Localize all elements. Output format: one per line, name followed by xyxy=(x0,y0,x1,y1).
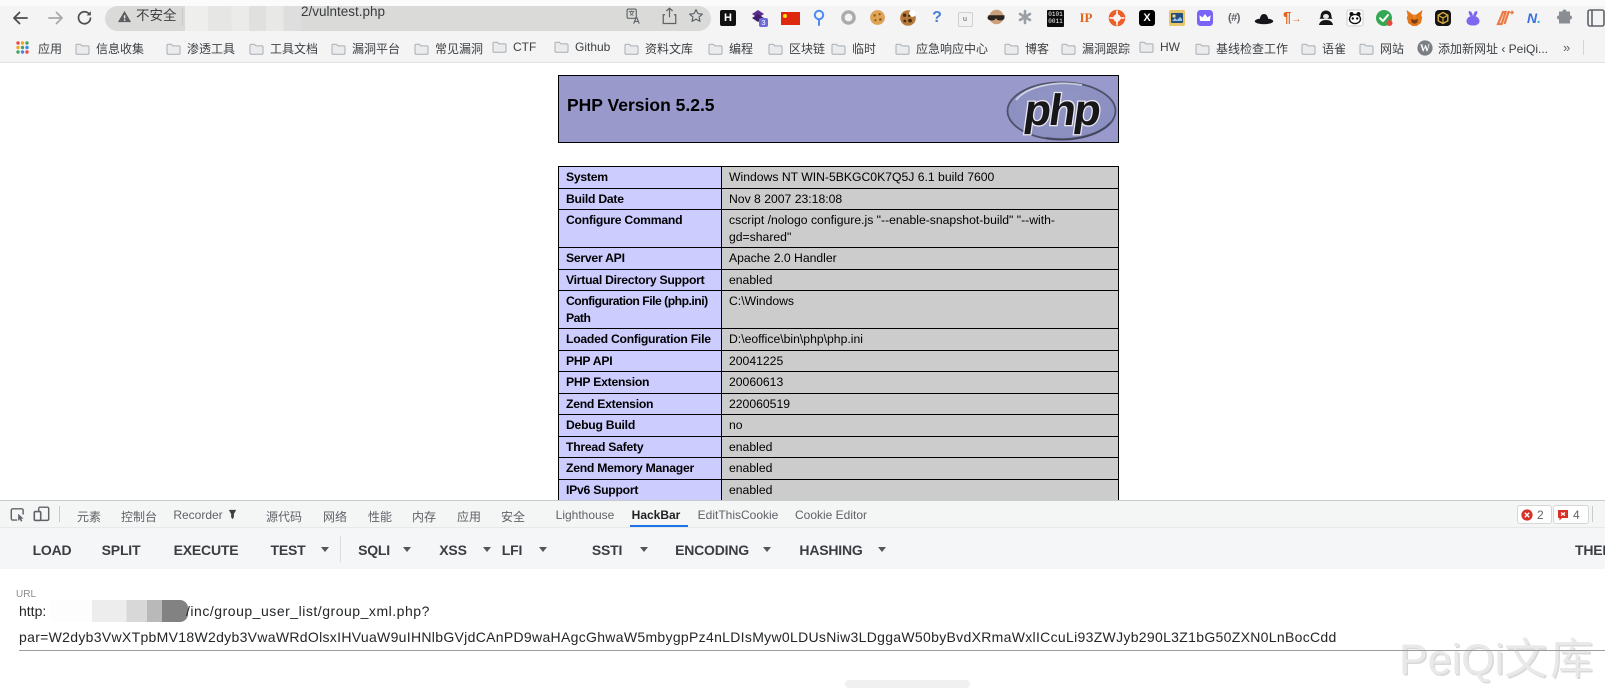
svg-text:php: php xyxy=(1021,86,1103,135)
svg-text:W: W xyxy=(1420,44,1430,55)
svg-text:3: 3 xyxy=(761,18,765,27)
